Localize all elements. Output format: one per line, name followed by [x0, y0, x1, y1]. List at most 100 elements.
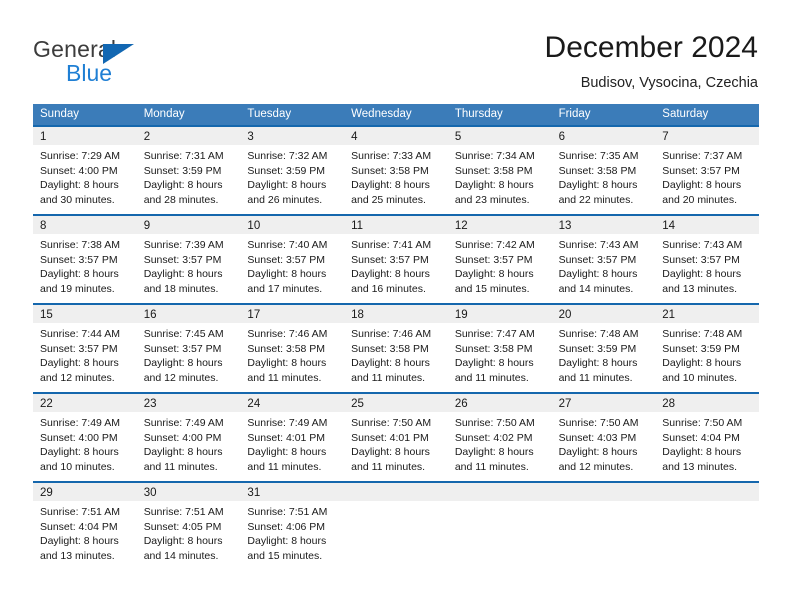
day-number: 18 — [351, 309, 364, 321]
day-cell[interactable]: 22 Sunrise: 7:49 AM Sunset: 4:00 PM Dayl… — [33, 392, 137, 481]
day-cell[interactable]: 8 Sunrise: 7:38 AM Sunset: 3:57 PM Dayli… — [33, 214, 137, 303]
day-number-band — [344, 483, 448, 501]
calendar-week-row: 8 Sunrise: 7:38 AM Sunset: 3:57 PM Dayli… — [33, 214, 759, 303]
sunrise-text: Sunrise: 7:43 AM — [558, 239, 639, 251]
sunrise-text: Sunrise: 7:35 AM — [558, 150, 639, 162]
day-cell[interactable]: 20 Sunrise: 7:48 AM Sunset: 3:59 PM Dayl… — [551, 303, 656, 392]
sunrise-text: Sunrise: 7:29 AM — [40, 150, 120, 162]
sunset-text: Sunset: 3:57 PM — [143, 253, 222, 266]
day-details: Sunrise: 7:46 AM Sunset: 3:58 PM Dayligh… — [344, 323, 448, 385]
weekday-header-row: Sunday Monday Tuesday Wednesday Thursday… — [33, 104, 759, 125]
day-number: 23 — [143, 398, 157, 410]
day-details: Sunrise: 7:38 AM Sunset: 3:57 PM Dayligh… — [33, 234, 137, 296]
weekday-header-thursday: Thursday — [454, 108, 503, 120]
day-number-band: 27 — [551, 394, 656, 412]
day-cell-empty — [447, 481, 552, 570]
day-cell[interactable]: 17 Sunrise: 7:46 AM Sunset: 3:58 PM Dayl… — [240, 303, 345, 392]
day-details: Sunrise: 7:37 AM Sunset: 3:57 PM Dayligh… — [655, 145, 759, 207]
day-cell[interactable]: 3 Sunrise: 7:32 AM Sunset: 3:59 PM Dayli… — [240, 125, 345, 214]
day-cell[interactable]: 6 Sunrise: 7:35 AM Sunset: 3:58 PM Dayli… — [551, 125, 656, 214]
day-cell[interactable]: 16 Sunrise: 7:45 AM Sunset: 3:57 PM Dayl… — [136, 303, 241, 392]
day-cell[interactable]: 14 Sunrise: 7:43 AM Sunset: 3:57 PM Dayl… — [655, 214, 759, 303]
sunset-text: Sunset: 4:01 PM — [247, 431, 326, 444]
day-number: 5 — [454, 131, 462, 143]
day-cell[interactable]: 21 Sunrise: 7:48 AM Sunset: 3:59 PM Dayl… — [655, 303, 759, 392]
day-cell[interactable]: 11 Sunrise: 7:41 AM Sunset: 3:57 PM Dayl… — [344, 214, 448, 303]
sunset-text: Sunset: 4:05 PM — [143, 520, 222, 533]
day-details: Sunrise: 7:51 AM Sunset: 4:06 PM Dayligh… — [240, 501, 344, 563]
general-blue-logo[interactable]: General Blue — [33, 36, 253, 86]
day-number: 13 — [558, 220, 572, 232]
daylight-text-line1: Daylight: 8 hours — [351, 357, 430, 370]
day-number-band: 30 — [136, 483, 241, 501]
daylight-text-line2: and 11 minutes. — [454, 460, 529, 473]
day-cell[interactable]: 1 Sunrise: 7:29 AM Sunset: 4:00 PM Dayli… — [33, 125, 137, 214]
sunrise-text: Sunrise: 7:38 AM — [40, 239, 120, 251]
day-cell[interactable]: 31 Sunrise: 7:51 AM Sunset: 4:06 PM Dayl… — [240, 481, 345, 570]
day-number-band: 18 — [344, 305, 448, 323]
day-details: Sunrise: 7:39 AM Sunset: 3:57 PM Dayligh… — [137, 234, 241, 296]
day-cell[interactable]: 10 Sunrise: 7:40 AM Sunset: 3:57 PM Dayl… — [240, 214, 345, 303]
day-details: Sunrise: 7:43 AM Sunset: 3:57 PM Dayligh… — [552, 234, 656, 296]
sunrise-text: Sunrise: 7:49 AM — [143, 417, 224, 429]
day-cell[interactable]: 19 Sunrise: 7:47 AM Sunset: 3:58 PM Dayl… — [447, 303, 552, 392]
day-cell[interactable]: 29 Sunrise: 7:51 AM Sunset: 4:04 PM Dayl… — [33, 481, 137, 570]
daylight-text-line2: and 11 minutes. — [247, 371, 322, 384]
day-number-band: 3 — [240, 127, 345, 145]
sunrise-text: Sunrise: 7:50 AM — [662, 417, 743, 429]
day-number: 29 — [40, 487, 53, 499]
sunset-text: Sunset: 3:57 PM — [351, 253, 429, 266]
day-number-band: 28 — [655, 394, 759, 412]
day-number: 17 — [247, 309, 261, 321]
day-number: 14 — [662, 220, 676, 232]
day-cell[interactable]: 30 Sunrise: 7:51 AM Sunset: 4:05 PM Dayl… — [136, 481, 241, 570]
day-cell[interactable]: 13 Sunrise: 7:43 AM Sunset: 3:57 PM Dayl… — [551, 214, 656, 303]
daylight-text-line2: and 12 minutes. — [143, 371, 219, 384]
day-cell[interactable]: 28 Sunrise: 7:50 AM Sunset: 4:04 PM Dayl… — [655, 392, 759, 481]
daylight-text-line2: and 11 minutes. — [351, 460, 426, 473]
day-cell[interactable]: 12 Sunrise: 7:42 AM Sunset: 3:57 PM Dayl… — [447, 214, 552, 303]
day-cell-empty — [551, 481, 656, 570]
day-details: Sunrise: 7:50 AM Sunset: 4:01 PM Dayligh… — [344, 412, 448, 474]
day-cell[interactable]: 15 Sunrise: 7:44 AM Sunset: 3:57 PM Dayl… — [33, 303, 137, 392]
day-cell[interactable]: 18 Sunrise: 7:46 AM Sunset: 3:58 PM Dayl… — [344, 303, 448, 392]
day-details: Sunrise: 7:46 AM Sunset: 3:58 PM Dayligh… — [240, 323, 344, 385]
day-cell[interactable]: 26 Sunrise: 7:50 AM Sunset: 4:02 PM Dayl… — [447, 392, 552, 481]
day-number: 12 — [454, 220, 468, 232]
day-cell[interactable]: 7 Sunrise: 7:37 AM Sunset: 3:57 PM Dayli… — [655, 125, 759, 214]
sunrise-text: Sunrise: 7:50 AM — [558, 417, 639, 429]
day-number-band: 25 — [344, 394, 448, 412]
day-cell-empty — [344, 481, 448, 570]
daylight-text-line2: and 13 minutes. — [662, 282, 737, 295]
day-details: Sunrise: 7:51 AM Sunset: 4:05 PM Dayligh… — [137, 501, 241, 563]
day-details: Sunrise: 7:49 AM Sunset: 4:00 PM Dayligh… — [33, 412, 137, 474]
day-cell[interactable]: 4 Sunrise: 7:33 AM Sunset: 3:58 PM Dayli… — [344, 125, 448, 214]
daylight-text-line2: and 14 minutes. — [143, 549, 219, 562]
sunset-text: Sunset: 4:06 PM — [247, 520, 326, 533]
daylight-text-line2: and 28 minutes. — [143, 193, 219, 206]
daylight-text-line2: and 30 minutes. — [40, 193, 115, 206]
calendar-week-row: 29 Sunrise: 7:51 AM Sunset: 4:04 PM Dayl… — [33, 481, 759, 570]
daylight-text-line2: and 12 minutes. — [40, 371, 115, 384]
sunrise-text: Sunrise: 7:48 AM — [662, 328, 743, 340]
day-cell[interactable]: 23 Sunrise: 7:49 AM Sunset: 4:00 PM Dayl… — [136, 392, 241, 481]
weekday-header-monday: Monday — [143, 108, 185, 120]
daylight-text-line1: Daylight: 8 hours — [143, 357, 223, 370]
day-cell[interactable]: 25 Sunrise: 7:50 AM Sunset: 4:01 PM Dayl… — [344, 392, 448, 481]
day-number: 26 — [454, 398, 468, 410]
daylight-text-line2: and 10 minutes. — [662, 371, 737, 384]
day-number: 30 — [143, 487, 157, 499]
daylight-text-line1: Daylight: 8 hours — [40, 535, 119, 548]
sunset-text: Sunset: 3:59 PM — [558, 342, 637, 355]
day-details: Sunrise: 7:34 AM Sunset: 3:58 PM Dayligh… — [448, 145, 552, 207]
day-cell[interactable]: 2 Sunrise: 7:31 AM Sunset: 3:59 PM Dayli… — [136, 125, 241, 214]
day-details: Sunrise: 7:32 AM Sunset: 3:59 PM Dayligh… — [240, 145, 344, 207]
day-cell[interactable]: 24 Sunrise: 7:49 AM Sunset: 4:01 PM Dayl… — [240, 392, 345, 481]
day-number-band: 22 — [33, 394, 137, 412]
day-cell[interactable]: 5 Sunrise: 7:34 AM Sunset: 3:58 PM Dayli… — [447, 125, 552, 214]
sunset-text: Sunset: 3:57 PM — [143, 342, 222, 355]
day-cell[interactable]: 9 Sunrise: 7:39 AM Sunset: 3:57 PM Dayli… — [136, 214, 241, 303]
day-cell[interactable]: 27 Sunrise: 7:50 AM Sunset: 4:03 PM Dayl… — [551, 392, 656, 481]
sunrise-text: Sunrise: 7:39 AM — [143, 239, 224, 251]
day-number-band: 20 — [551, 305, 656, 323]
